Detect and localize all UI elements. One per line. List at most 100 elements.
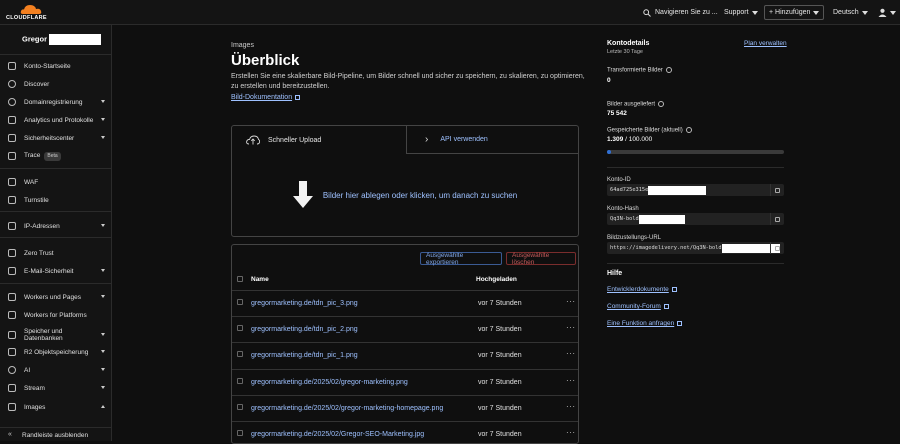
sidebar-item-turnstile[interactable]: Turnstile <box>0 192 112 208</box>
delivery-url-label: Bildzustellungs-URL <box>607 235 662 241</box>
sidebar-item-home[interactable]: Konto-Startseite <box>0 58 112 74</box>
image-name-link[interactable]: gregormarketing.de/2025/02/gregor-market… <box>251 379 408 386</box>
help-link-label: Eine Funktion anfragen <box>607 320 675 327</box>
divider <box>0 54 111 55</box>
sidebar-item-label: Workers und Pages <box>24 293 81 301</box>
sidebar-item-label: IP-Adressen <box>24 222 60 230</box>
column-name[interactable]: Name <box>251 276 269 283</box>
external-link-icon <box>677 320 683 326</box>
image-docs-link[interactable]: Bild-Dokumentation <box>231 94 301 101</box>
sidebar-item-workers-platforms[interactable]: Workers for Platforms <box>0 307 112 323</box>
more-options-icon[interactable]: ··· <box>566 428 576 437</box>
row-checkbox[interactable] <box>237 325 243 331</box>
sidebar-item-r2[interactable]: R2 Objektspeicherung <box>0 344 112 360</box>
delivery-url-field[interactable]: https://imagedelivery.net/Qq3N-bold <box>607 242 784 254</box>
sidebar-item-ip-addresses[interactable]: IP-Adressen <box>0 218 112 234</box>
dropzone[interactable]: Bilder hier ablegen oder klicken, um dan… <box>232 154 578 236</box>
account-switcher[interactable]: Gregor <box>22 34 102 45</box>
copy-button[interactable] <box>770 184 784 196</box>
copy-button[interactable] <box>770 213 784 225</box>
copy-button[interactable] <box>770 242 784 254</box>
add-button[interactable]: + Hinzufügen <box>764 5 825 20</box>
export-selected-button[interactable]: Ausgewählte exportieren <box>420 252 502 266</box>
tab-use-api[interactable]: › API verwenden <box>406 126 579 154</box>
cloudflare-logo[interactable]: CLOUDFLARE <box>6 4 56 22</box>
table-row[interactable]: gregormarketing.de/tdn_pic_1.png vor 7 St… <box>232 342 578 368</box>
sidebar-item-label: Stream <box>24 384 45 392</box>
sidebar-item-images[interactable]: Images <box>0 399 112 415</box>
image-name-link[interactable]: gregormarketing.de/2025/02/gregor-market… <box>251 405 443 412</box>
image-name-link[interactable]: gregormarketing.de/tdn_pic_1.png <box>251 352 358 359</box>
delete-selected-button[interactable]: Ausgewählte löschen <box>506 252 576 266</box>
more-options-icon[interactable]: ··· <box>566 323 576 332</box>
sidebar: Gregor Konto-Startseite Discover Domainr… <box>0 25 112 441</box>
help-link-developer-docs[interactable]: Entwicklerdokumente <box>607 286 677 293</box>
image-name-link[interactable]: gregormarketing.de/tdn_pic_2.png <box>251 326 358 333</box>
sidebar-item-waf[interactable]: WAF <box>0 174 112 190</box>
breadcrumb[interactable]: Images <box>231 42 254 49</box>
support-menu[interactable]: Support <box>724 5 758 20</box>
table-row[interactable]: gregormarketing.de/tdn_pic_2.png vor 7 St… <box>232 316 578 342</box>
tab-label: API verwenden <box>440 136 488 143</box>
info-icon[interactable] <box>658 101 665 107</box>
upload-panel: Schneller Upload › API verwenden Bilder … <box>231 125 579 237</box>
sidebar-item-analytics[interactable]: Analytics und Protokolle <box>0 112 112 128</box>
firewall-icon <box>8 178 16 186</box>
select-all-checkbox[interactable] <box>237 276 243 282</box>
info-icon[interactable] <box>665 67 672 73</box>
sidebar-item-domains[interactable]: Domainregistrierung <box>0 94 112 110</box>
collapse-sidebar-button[interactable]: « Randleiste ausblenden <box>0 427 111 441</box>
chevron-down-icon <box>813 10 820 15</box>
info-icon[interactable] <box>685 127 692 133</box>
collapse-label: Randleiste ausblenden <box>22 432 89 439</box>
sidebar-item-storage-databases[interactable]: Speicher und Datenbanken <box>0 325 112 345</box>
user-menu[interactable] <box>878 5 896 20</box>
image-name-link[interactable]: gregormarketing.de/tdn_pic_3.png <box>251 300 358 307</box>
row-checkbox[interactable] <box>237 430 243 436</box>
help-link-community-forum[interactable]: Community-Forum <box>607 303 669 310</box>
help-link-feature-request[interactable]: Eine Funktion anfragen <box>607 320 683 327</box>
sidebar-item-security-center[interactable]: Sicherheitscenter <box>0 130 112 146</box>
main-content: Images Überblick Erstellen Sie eine skal… <box>113 26 900 444</box>
column-uploaded[interactable]: Hochgeladen <box>476 276 517 283</box>
more-options-icon[interactable]: ··· <box>566 376 576 385</box>
sidebar-item-stream[interactable]: Stream <box>0 380 112 396</box>
redacted-block <box>648 185 707 195</box>
more-options-icon[interactable]: ··· <box>566 349 576 358</box>
account-hash-field[interactable]: Qq3N-bold <box>607 213 784 225</box>
support-label: Support <box>724 9 749 16</box>
external-link-icon <box>663 303 669 309</box>
sidebar-item-workers-pages[interactable]: Workers und Pages <box>0 289 112 305</box>
sidebar-item-discover[interactable]: Discover <box>0 76 112 92</box>
row-checkbox[interactable] <box>237 404 243 410</box>
row-checkbox[interactable] <box>237 299 243 305</box>
image-name-link[interactable]: gregormarketing.de/2025/02/Gregor-SEO-Ma… <box>251 431 424 438</box>
account-id-field[interactable]: 64ad725e315e <box>607 184 784 196</box>
language-label: Deutsch <box>833 9 859 16</box>
table-row[interactable]: gregormarketing.de/2025/02/gregor-market… <box>232 395 578 421</box>
ai-icon <box>8 366 16 374</box>
logo-wordmark: CLOUDFLARE <box>6 15 47 21</box>
uploaded-time: vor 7 Stunden <box>478 300 522 307</box>
compass-icon <box>8 80 16 88</box>
tab-label: Schneller Upload <box>268 136 322 144</box>
table-row[interactable]: gregormarketing.de/tdn_pic_3.png vor 7 St… <box>232 290 578 316</box>
sidebar-item-ai[interactable]: AI <box>0 362 112 378</box>
more-options-icon[interactable]: ··· <box>566 297 576 306</box>
table-row[interactable]: gregormarketing.de/2025/02/gregor-market… <box>232 369 578 395</box>
account-details-panel: Kontodetails Letzte 30 Tage Plan verwalt… <box>607 40 787 327</box>
tab-quick-upload[interactable]: Schneller Upload <box>232 126 406 154</box>
row-checkbox[interactable] <box>237 351 243 357</box>
sidebar-item-label: AI <box>24 366 31 374</box>
sidebar-item-zero-trust[interactable]: Zero Trust <box>0 245 112 261</box>
sidebar-item-trace[interactable]: Trace Beta <box>0 148 112 164</box>
chart-icon <box>8 116 16 124</box>
manage-plan-link[interactable]: Plan verwalten <box>744 40 787 47</box>
sidebar-item-label: Analytics und Protokolle <box>24 116 94 124</box>
row-checkbox[interactable] <box>237 378 243 384</box>
navigate-search[interactable]: Navigieren Sie zu ... <box>643 5 718 20</box>
sidebar-item-email-security[interactable]: E-Mail-Sicherheit <box>0 263 112 279</box>
more-options-icon[interactable]: ··· <box>566 402 576 411</box>
language-menu[interactable]: Deutsch <box>833 5 868 20</box>
account-hash-label: Konto-Hash <box>607 206 639 212</box>
